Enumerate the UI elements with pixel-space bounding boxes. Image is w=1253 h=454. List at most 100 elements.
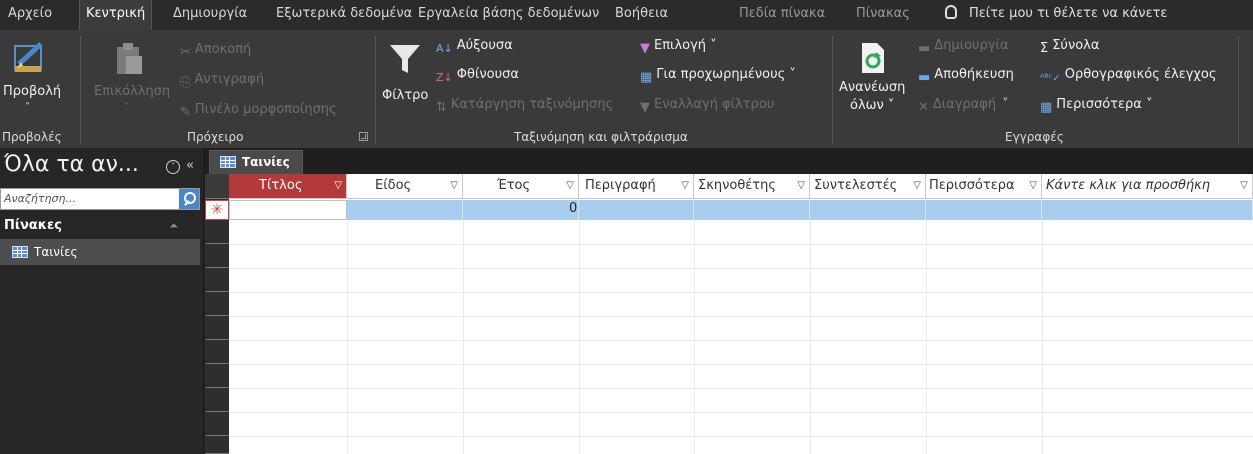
cell-more-new[interactable] [926,200,1042,220]
cell-add-new[interactable] [1042,200,1253,220]
cell-year-new[interactable] [463,200,579,220]
nav-item-movies-table[interactable]: Ταινίες [0,239,200,265]
toggle-filter-button[interactable]: ▼ Εναλλαγή φίλτρου [640,97,774,115]
filter-button[interactable]: Φίλτρο [380,36,432,120]
view-button[interactable]: Προβολή ˅ [3,36,62,120]
column-header-year[interactable]: Έτος ▽ [463,174,579,199]
record-selector[interactable] [205,388,229,412]
column-header-more[interactable]: Περισσότερα ▽ [926,174,1042,199]
grid-line [229,412,1253,413]
sort-descending-icon: Z↓ [436,71,453,84]
nav-group-tables[interactable]: Πίνακες ⏶ [0,214,200,238]
new-record-button[interactable]: ▬ Δημιουργία [918,38,1009,56]
save-record-label: Αποθήκευση [934,67,1014,82]
delete-record-label: Διαγραφή [932,97,997,112]
cell-contributors-new[interactable] [810,200,926,220]
record-selector[interactable] [205,364,229,388]
menu-home[interactable]: Κεντρική [79,0,153,30]
copy-label: Αντιγραφή [194,72,265,87]
copy-button[interactable]: ⎘ Αντιγραφή [180,72,264,90]
nav-group-label: Πίνακες [4,218,62,233]
nav-search-input[interactable]: Αναζήτηση... [0,188,200,210]
record-selector[interactable] [205,292,229,316]
grid-line [694,220,695,454]
cell-title-new[interactable] [229,200,347,220]
record-selector[interactable] [205,412,229,436]
more-table-icon: ▦ [1040,100,1053,115]
cut-button[interactable]: ✂ Αποκοπή [180,42,251,60]
grid-line [810,220,811,454]
collapse-group-icon[interactable]: ⏶ [169,214,178,238]
spelling-icon: ᴬᴮᶜ✓ [1040,73,1061,84]
menu-create[interactable]: Δημιουργία [167,0,253,30]
record-selector[interactable] [205,436,229,454]
grid-line [229,436,1253,437]
new-record-marker[interactable]: ✳ [205,200,229,220]
column-header-contributors[interactable]: Συντελεστές ▽ [810,174,926,199]
save-record-button[interactable]: ▬ Αποθήκευση [918,67,1014,85]
column-dropdown-icon[interactable]: ▽ [681,174,689,198]
views-group-label: Προβολές [2,130,62,144]
tell-me-box[interactable]: Πείτε μου τι θέλετε να κάνετε [945,0,1167,30]
column-header-title[interactable]: Τίτλος ▽ [229,174,347,199]
grid-line [229,244,1253,245]
brush-icon: ✎ [180,105,191,120]
cell-director-new[interactable] [694,200,810,220]
column-header-genre[interactable]: Είδος ▽ [347,174,463,199]
column-header-label: Είδος [375,178,412,193]
record-selector[interactable] [205,268,229,292]
refresh-all-button[interactable]: Ανανέωση όλων ˅ [836,36,912,130]
column-dropdown-icon[interactable]: ▽ [450,174,458,198]
chevron-down-icon[interactable]: ˅ [166,160,180,174]
remove-sort-button[interactable]: ⇅ Κατάργηση ταξινόμησης [436,97,613,115]
datasheet: ✳ Τίτλος ▽ Είδος ▽ Έτος ▽ Περιγραφή ▽ Σκ… [205,174,1253,454]
more-records-button[interactable]: ▦ Περισσότερα ˅ [1040,97,1153,115]
grid-line [463,220,464,454]
column-dropdown-icon[interactable]: ▽ [797,174,805,198]
menu-table-fields[interactable]: Πεδία πίνακα [733,0,831,30]
clipboard-launcher-icon[interactable] [359,132,368,141]
totals-label: Σύνολα [1052,38,1100,53]
totals-button[interactable]: Σ Σύνολα [1040,38,1099,56]
column-dropdown-icon[interactable]: ▽ [913,174,921,198]
record-selector-column: ✳ [205,174,229,454]
record-selector[interactable] [205,316,229,340]
selection-button[interactable]: ▼ Επιλογή ˅ [640,38,717,56]
menu-database-tools[interactable]: Εργαλεία βάσης δεδομένων [412,0,605,30]
document-tab-label: Ταινίες [242,155,290,169]
records-group-label: Εγγραφές [1005,130,1064,144]
record-selector[interactable] [205,340,229,364]
menu-table[interactable]: Πίνακας [850,0,916,30]
menu-help[interactable]: Βοήθεια [609,0,674,30]
select-all-button[interactable] [205,174,229,199]
record-selector[interactable] [205,220,229,244]
cell-description-new[interactable] [579,200,694,220]
collapse-pane-icon[interactable]: « [186,158,194,173]
more-records-label: Περισσότερα ˅ [1056,97,1153,112]
document-tab-movies[interactable]: Ταινίες [209,150,303,174]
delete-record-button[interactable]: ✕ Διαγραφή ˅ [918,97,1009,115]
sort-descending-button[interactable]: Z↓ Φθίνουσα [436,67,519,84]
menu-external-data[interactable]: Εξωτερικά δεδομένα [270,0,418,30]
record-selector[interactable] [205,244,229,268]
menu-file[interactable]: Αρχείο [2,0,58,30]
paste-button[interactable]: Επικόλληση ˅ [88,36,170,120]
column-dropdown-icon[interactable]: ▽ [1029,174,1037,198]
column-dropdown-icon[interactable]: ▽ [334,174,342,198]
nav-pane-title[interactable]: Όλα τα αν... [4,152,139,177]
paste-icon [117,43,142,74]
spelling-button[interactable]: ᴬᴮᶜ✓ Ορθογραφικός έλεγχος [1040,67,1217,84]
search-icon[interactable] [179,189,199,209]
column-dropdown-icon[interactable]: ▽ [566,174,574,198]
column-header-description[interactable]: Περιγραφή ▽ [579,174,694,199]
sort-ascending-label: Αύξουσα [456,38,513,53]
format-painter-button[interactable]: ✎ Πινέλο μορφοποίησης [180,102,337,120]
view-label: Προβολή [3,84,62,99]
column-dropdown-icon[interactable]: ▽ [1240,174,1248,198]
cell-genre-new[interactable] [347,200,463,220]
sort-ascending-button[interactable]: A↓ Αύξουσα [436,38,513,55]
column-header-director[interactable]: Σκηνοθέτης ▽ [694,174,810,199]
column-header-label: Τίτλος [259,178,303,193]
advanced-filter-button[interactable]: ▦ Για προχωρημένους ˅ [640,67,796,85]
column-header-add-new[interactable]: Κάντε κλικ για προσθήκη ▽ [1042,174,1253,199]
